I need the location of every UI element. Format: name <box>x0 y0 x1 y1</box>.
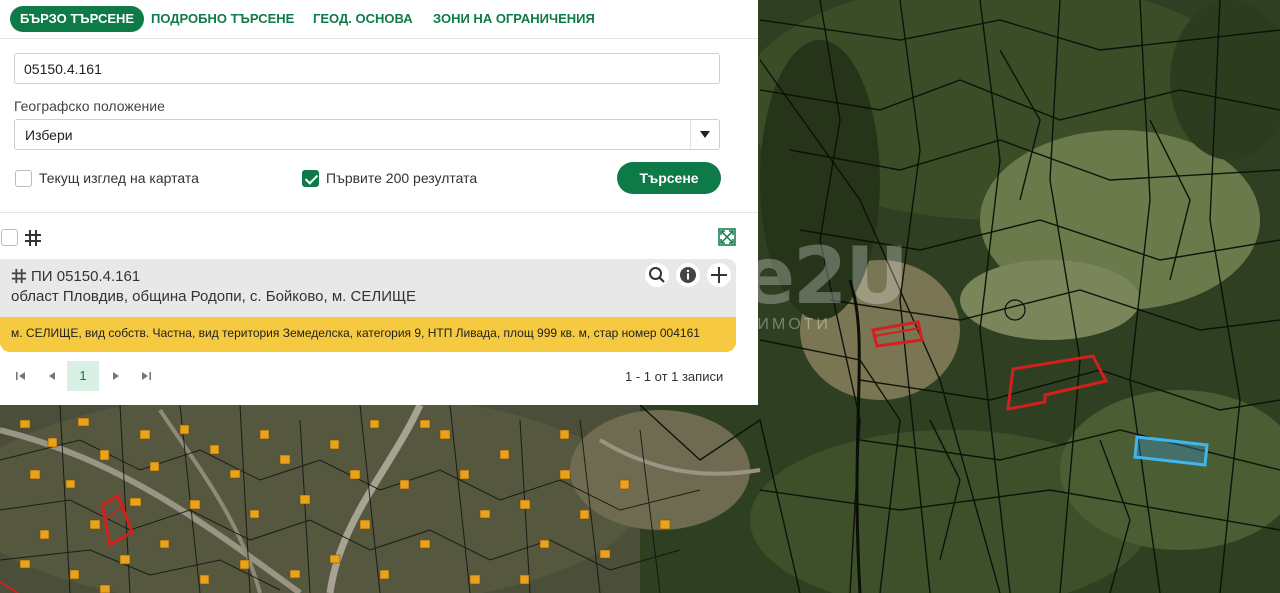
zoom-extent-icon[interactable] <box>718 228 736 246</box>
result-title: ПИ 05150.4.161 <box>31 268 141 285</box>
add-icon[interactable] <box>707 263 731 287</box>
result-details-text: м. СЕЛИЩЕ, вид собств. Частна, вид терит… <box>11 326 700 340</box>
search-icon[interactable] <box>645 263 669 287</box>
result-address: област Пловдив, община Родопи, с. Бойков… <box>11 288 417 305</box>
tab-quick-search[interactable]: БЪРЗО ТЪРСЕНЕ <box>10 6 145 32</box>
search-input[interactable] <box>14 53 720 84</box>
info-icon[interactable] <box>676 263 700 287</box>
divider <box>0 38 758 39</box>
tab-restriction-zones[interactable]: ЗОНИ НА ОГРАНИЧЕНИЯ <box>433 6 595 32</box>
first-200-results-label: Първите 200 резултата <box>326 170 478 186</box>
parcel-grid-icon <box>11 268 27 284</box>
geo-location-selected: Избери <box>25 127 73 143</box>
previous-page-button[interactable] <box>37 361 67 391</box>
geo-location-label: Географско положение <box>14 98 165 114</box>
last-page-button[interactable] <box>131 361 161 391</box>
geo-location-select[interactable]: Избери <box>14 119 720 150</box>
search-button[interactable]: Търсене <box>617 162 721 194</box>
current-view-label: Текущ изглед на картата <box>39 170 199 186</box>
first-page-button[interactable] <box>6 361 36 391</box>
select-all-checkbox[interactable] <box>1 229 18 246</box>
divider <box>0 212 758 213</box>
first-200-results-checkbox[interactable] <box>302 170 319 187</box>
page-number[interactable]: 1 <box>67 361 99 391</box>
next-page-button[interactable] <box>101 361 131 391</box>
parcel-grid-icon[interactable] <box>24 229 42 247</box>
current-view-checkbox[interactable] <box>15 170 32 187</box>
tab-advanced-search[interactable]: ПОДРОБНО ТЪРСЕНЕ <box>151 6 294 32</box>
tab-geodetic-base[interactable]: ГЕОД. ОСНОВА <box>313 6 413 32</box>
pager-info: 1 - 1 от 1 записи <box>625 369 724 384</box>
chevron-down-icon[interactable] <box>690 120 719 149</box>
